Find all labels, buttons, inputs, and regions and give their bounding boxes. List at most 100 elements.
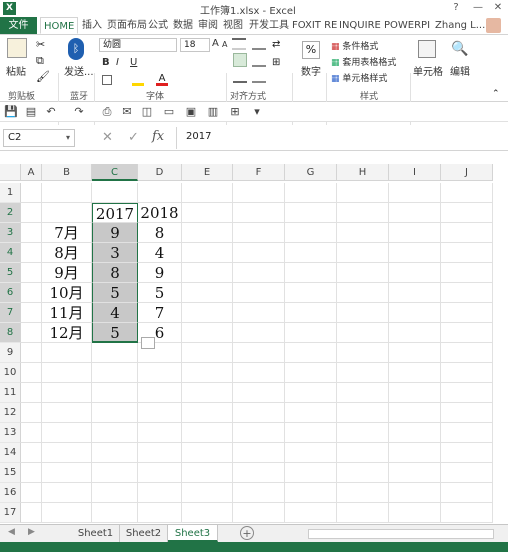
cell-i2[interactable] bbox=[389, 203, 441, 223]
row-header-14[interactable]: 14 bbox=[0, 443, 21, 463]
align-center-icon[interactable] bbox=[233, 53, 247, 67]
cell-f3[interactable] bbox=[233, 223, 285, 243]
cell-g3[interactable] bbox=[285, 223, 337, 243]
cell-a6[interactable] bbox=[21, 283, 42, 303]
cell-c14[interactable] bbox=[92, 443, 138, 463]
cell-g16[interactable] bbox=[285, 483, 337, 503]
cell-j17[interactable] bbox=[441, 503, 493, 523]
tab-sheet3[interactable]: Sheet3 bbox=[168, 525, 218, 542]
cell-i13[interactable] bbox=[389, 423, 441, 443]
tab-foxit[interactable]: FOXIT RE bbox=[289, 17, 340, 34]
shrink-font-button[interactable]: A bbox=[222, 40, 227, 49]
email-icon[interactable]: ✉ bbox=[120, 105, 134, 119]
close-button[interactable]: ✕ bbox=[490, 0, 506, 16]
cell-f9[interactable] bbox=[233, 343, 285, 363]
cell-j8[interactable] bbox=[441, 323, 493, 343]
tab-home[interactable]: HOME bbox=[40, 17, 79, 34]
row-header-2[interactable]: 2 bbox=[0, 203, 21, 223]
cell-c8[interactable]: 5 bbox=[92, 323, 138, 343]
row-header-12[interactable]: 12 bbox=[0, 403, 21, 423]
cell-a10[interactable] bbox=[21, 363, 42, 383]
cell-g11[interactable] bbox=[285, 383, 337, 403]
cell-f6[interactable] bbox=[233, 283, 285, 303]
cell-j13[interactable] bbox=[441, 423, 493, 443]
cell-a17[interactable] bbox=[21, 503, 42, 523]
cell-c12[interactable] bbox=[92, 403, 138, 423]
row-header-9[interactable]: 9 bbox=[0, 343, 21, 363]
cells-button[interactable]: 单元格 bbox=[413, 63, 443, 78]
cell-b6[interactable]: 10月 bbox=[42, 283, 92, 303]
cell-e1[interactable] bbox=[182, 183, 233, 203]
cell-c7[interactable]: 4 bbox=[92, 303, 138, 323]
underline-button[interactable]: U bbox=[130, 57, 137, 68]
cell-a8[interactable] bbox=[21, 323, 42, 343]
cell-g17[interactable] bbox=[285, 503, 337, 523]
cell-e6[interactable] bbox=[182, 283, 233, 303]
cell-f10[interactable] bbox=[233, 363, 285, 383]
cell-d3[interactable]: 8 bbox=[138, 223, 182, 243]
cell-c15[interactable] bbox=[92, 463, 138, 483]
cell-f7[interactable] bbox=[233, 303, 285, 323]
cell-g15[interactable] bbox=[285, 463, 337, 483]
cell-i9[interactable] bbox=[389, 343, 441, 363]
align-left-icon[interactable] bbox=[233, 71, 247, 83]
cell-h9[interactable] bbox=[337, 343, 389, 363]
insert-function-icon[interactable]: fx bbox=[152, 129, 164, 144]
column-header-g[interactable]: G bbox=[285, 164, 337, 181]
cell-j11[interactable] bbox=[441, 383, 493, 403]
cell-f11[interactable] bbox=[233, 383, 285, 403]
cell-g9[interactable] bbox=[285, 343, 337, 363]
wrap-text-icon[interactable]: ⇄ bbox=[272, 39, 280, 50]
cell-b14[interactable] bbox=[42, 443, 92, 463]
row-header-3[interactable]: 3 bbox=[0, 223, 21, 243]
cell-c9[interactable] bbox=[92, 343, 138, 363]
cell-styles-button[interactable]: ▦ 单元格样式 bbox=[331, 71, 387, 84]
copy-icon[interactable]: ⧉ bbox=[36, 54, 44, 68]
cell-j12[interactable] bbox=[441, 403, 493, 423]
format-as-table-button[interactable]: ▦ 套用表格格式 bbox=[331, 55, 396, 68]
tab-developer[interactable]: 开发工具 bbox=[246, 17, 292, 34]
cell-j4[interactable] bbox=[441, 243, 493, 263]
bluetooth-icon[interactable]: ᛒ bbox=[68, 38, 84, 60]
cell-b4[interactable]: 8月 bbox=[42, 243, 92, 263]
tab-inquire[interactable]: INQUIRE bbox=[336, 17, 384, 34]
cell-i7[interactable] bbox=[389, 303, 441, 323]
cell-d6[interactable]: 5 bbox=[138, 283, 182, 303]
cell-i12[interactable] bbox=[389, 403, 441, 423]
column-header-a[interactable]: A bbox=[21, 164, 42, 181]
cell-g10[interactable] bbox=[285, 363, 337, 383]
cell-d16[interactable] bbox=[138, 483, 182, 503]
redo-icon[interactable]: ↷ bbox=[72, 105, 86, 119]
cell-j9[interactable] bbox=[441, 343, 493, 363]
cell-a1[interactable] bbox=[21, 183, 42, 203]
avatar[interactable] bbox=[486, 18, 501, 33]
cell-f15[interactable] bbox=[233, 463, 285, 483]
cell-b7[interactable]: 11月 bbox=[42, 303, 92, 323]
cell-f17[interactable] bbox=[233, 503, 285, 523]
cell-f5[interactable] bbox=[233, 263, 285, 283]
cell-g2[interactable] bbox=[285, 203, 337, 223]
table-grid-icon[interactable]: ⊞ bbox=[228, 105, 242, 119]
cell-c11[interactable] bbox=[92, 383, 138, 403]
column-header-j[interactable]: J bbox=[441, 164, 493, 181]
cell-d7[interactable]: 7 bbox=[138, 303, 182, 323]
grow-font-button[interactable]: A bbox=[212, 38, 219, 49]
cell-g13[interactable] bbox=[285, 423, 337, 443]
cell-h16[interactable] bbox=[337, 483, 389, 503]
cell-e14[interactable] bbox=[182, 443, 233, 463]
cell-j7[interactable] bbox=[441, 303, 493, 323]
cell-b5[interactable]: 9月 bbox=[42, 263, 92, 283]
format-painter-icon[interactable]: 🖌 bbox=[36, 70, 50, 83]
cell-c5[interactable]: 8 bbox=[92, 263, 138, 283]
save-as-icon[interactable]: ▤ bbox=[24, 105, 38, 119]
cell-a9[interactable] bbox=[21, 343, 42, 363]
cell-d17[interactable] bbox=[138, 503, 182, 523]
next-sheet-icon[interactable]: ▶ bbox=[28, 527, 35, 537]
cell-h13[interactable] bbox=[337, 423, 389, 443]
cell-j5[interactable] bbox=[441, 263, 493, 283]
cancel-icon[interactable]: ✕ bbox=[102, 130, 113, 145]
align-bottom-icon[interactable] bbox=[252, 38, 266, 50]
cell-a3[interactable] bbox=[21, 223, 42, 243]
cell-j3[interactable] bbox=[441, 223, 493, 243]
cell-g5[interactable] bbox=[285, 263, 337, 283]
